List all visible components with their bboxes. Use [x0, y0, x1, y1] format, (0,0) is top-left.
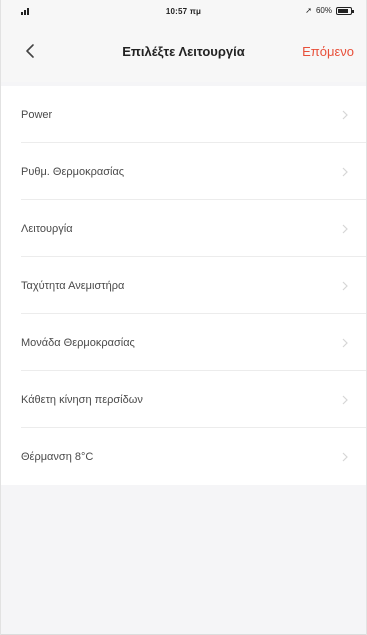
list-item-fan-speed[interactable]: Ταχύτητα Ανεμιστήρα: [1, 257, 366, 314]
list-item-mode[interactable]: Λειτουργία: [1, 200, 366, 257]
list-item-temperature-unit[interactable]: Μονάδα Θερμοκρασίας: [1, 314, 366, 371]
list-item-label: Λειτουργία: [21, 222, 73, 235]
chevron-right-icon: [342, 281, 348, 290]
chevron-right-icon: [342, 338, 348, 347]
status-bar: 10:57 πμ ➚ 60%: [1, 0, 366, 24]
list-item-label: Ταχύτητα Ανεμιστήρα: [21, 279, 125, 292]
list-item-temperature-setting[interactable]: Ρυθμ. Θερμοκρασίας: [1, 143, 366, 200]
chevron-right-icon: [342, 395, 348, 404]
chevron-right-icon: [342, 167, 348, 176]
battery-percentage: 60%: [315, 6, 332, 15]
next-button[interactable]: Επόμενο: [302, 44, 354, 59]
chevron-right-icon: [342, 224, 348, 233]
battery-icon: [336, 6, 354, 15]
list-item-label: Θέρμανση 8°C: [21, 450, 94, 463]
list-item-vertical-swing[interactable]: Κάθετη κίνηση περσίδων: [1, 371, 366, 428]
chevron-right-icon: [342, 452, 348, 461]
list-item-label: Power: [21, 108, 53, 121]
list-item-label: Ρυθμ. Θερμοκρασίας: [21, 165, 125, 178]
status-right: ➚ 60%: [305, 6, 354, 15]
navigation-bar: Επιλέξτε Λειτουργία Επόμενο: [1, 24, 366, 82]
location-icon: ➚: [305, 6, 312, 15]
list-item-power[interactable]: Power: [1, 86, 366, 143]
app-screen: 10:57 πμ ➚ 60% Επιλέξτε Λειτουργία Επόμε…: [0, 0, 367, 635]
function-list: Power Ρυθμ. Θερμοκρασίας Λειτουργία Ταχύ…: [1, 86, 366, 485]
list-item-heating-8c[interactable]: Θέρμανση 8°C: [1, 428, 366, 485]
list-item-label: Κάθετη κίνηση περσίδων: [21, 393, 143, 406]
list-item-label: Μονάδα Θερμοκρασίας: [21, 336, 135, 349]
chevron-right-icon: [342, 110, 348, 119]
